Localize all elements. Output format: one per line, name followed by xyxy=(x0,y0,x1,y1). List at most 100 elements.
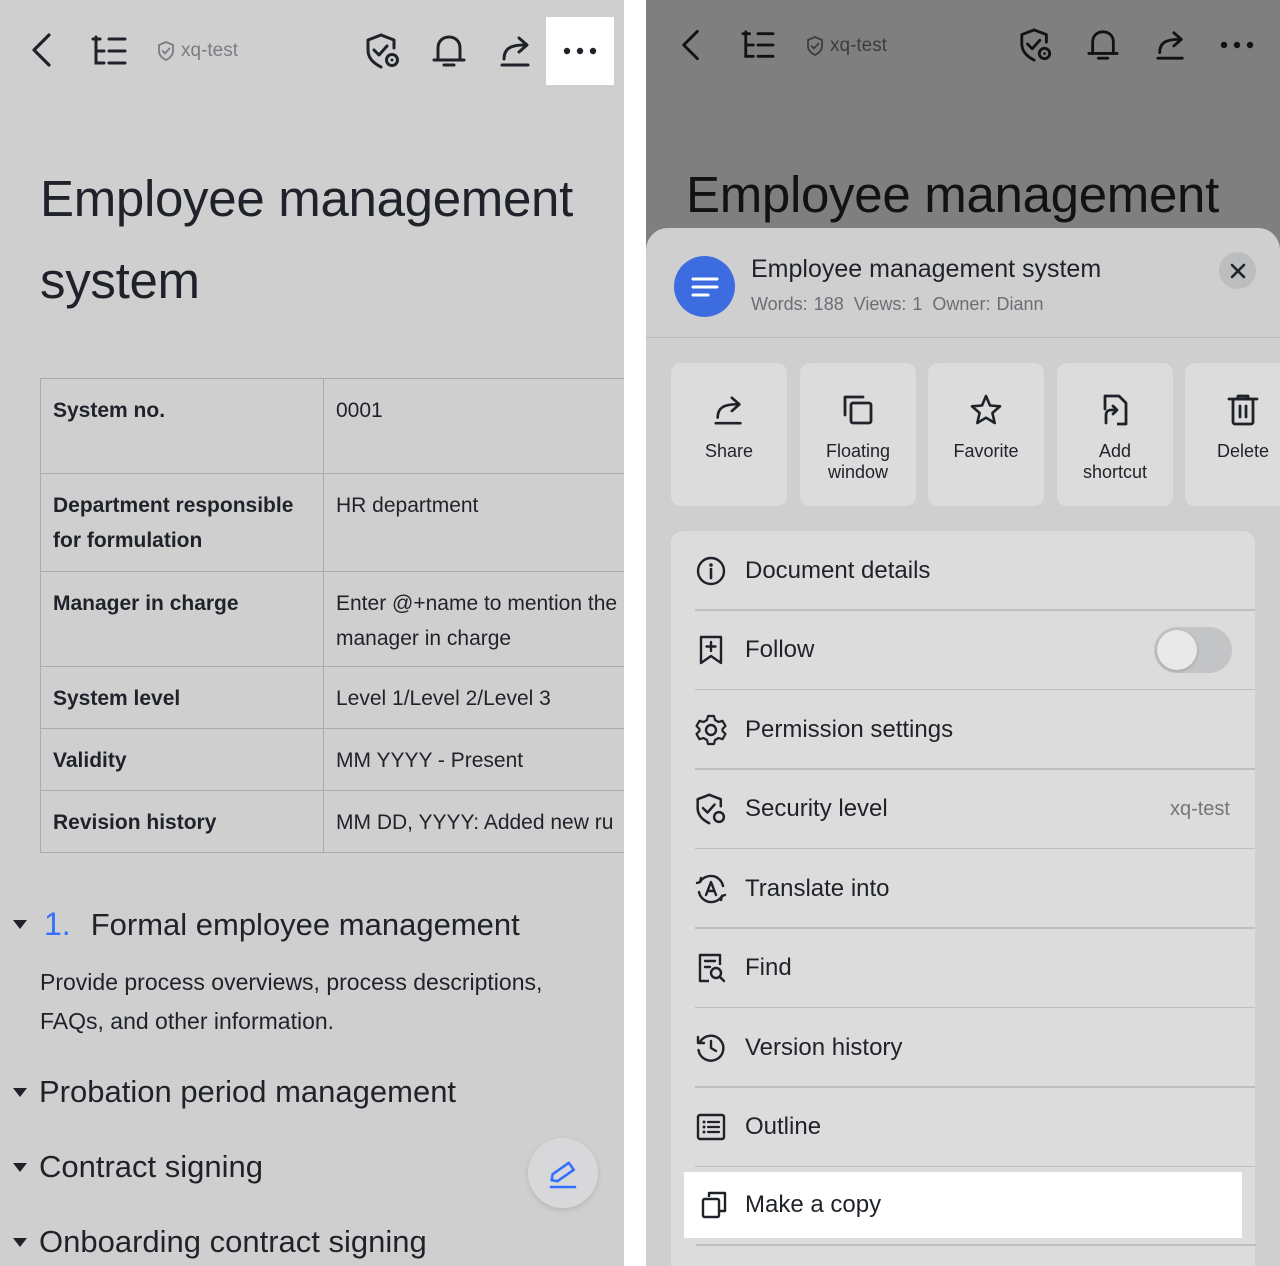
table-row: Department responsible for formulation H… xyxy=(40,473,624,572)
pencil-icon xyxy=(549,1161,577,1189)
heading-text: Probation period management xyxy=(39,1074,457,1109)
table-key[interactable]: Validity xyxy=(40,728,324,791)
menu-item-label: Security level xyxy=(745,795,888,823)
table-key[interactable]: Department responsible for formulation xyxy=(40,473,324,572)
add-shortcut-icon xyxy=(1103,394,1128,426)
close-button[interactable] xyxy=(1219,252,1256,289)
menu-item-version-history[interactable]: Version history xyxy=(671,1008,1255,1088)
delete-action[interactable]: Delete xyxy=(1185,363,1280,506)
shield-gear-icon[interactable] xyxy=(1017,26,1055,64)
bell-icon[interactable] xyxy=(1084,26,1122,64)
follow-toggle[interactable] xyxy=(1154,627,1232,674)
menu-item-translate-into[interactable]: Translate into xyxy=(671,849,1255,929)
table-key[interactable]: Revision history xyxy=(40,790,324,853)
owner: Owner: Diann xyxy=(932,294,1044,314)
share-icon[interactable] xyxy=(497,32,535,70)
menu-item-follow[interactable]: Follow xyxy=(671,611,1255,690)
more-button[interactable] xyxy=(546,17,614,85)
history-icon xyxy=(695,1032,727,1064)
menu-item-label: Follow xyxy=(745,636,815,664)
more-actions-sheet: Employee management system Words: 188 Vie… xyxy=(646,228,1280,1266)
more-dots-icon[interactable] xyxy=(1218,26,1256,64)
security-tag-label: xq-test xyxy=(830,35,888,56)
document-icon xyxy=(674,256,735,317)
table-row: Validity MM YYYY - Present xyxy=(40,728,624,791)
star-icon xyxy=(970,394,1002,425)
action-label: Share xyxy=(704,441,754,461)
table-value[interactable]: MM YYYY - Present xyxy=(323,728,624,791)
outline-toc-icon[interactable] xyxy=(739,26,777,64)
heading-formal-employee-management[interactable]: 1. Formal employee management xyxy=(13,906,520,943)
back-icon[interactable] xyxy=(24,32,60,68)
heading-contract-signing[interactable]: Contract signing xyxy=(13,1149,263,1185)
heading-onboarding-contract[interactable]: Onboarding contract signing xyxy=(13,1224,427,1260)
outline-icon xyxy=(695,1111,727,1143)
security-tag[interactable]: xq-test xyxy=(157,40,238,62)
close-icon xyxy=(1230,263,1245,278)
table-value[interactable]: MM DD, YYYY: Added new ru xyxy=(323,790,624,853)
info-icon xyxy=(695,555,727,587)
shield-gear-icon[interactable] xyxy=(364,32,402,70)
copy-icon xyxy=(698,1189,730,1221)
toggle-knob xyxy=(1157,630,1197,671)
table-row: System level Level 1/Level 2/Level 3 xyxy=(40,666,624,729)
menu-item-make-a-copy[interactable]: Make a copy xyxy=(684,1172,1242,1238)
heading-text: Contract signing xyxy=(39,1149,264,1184)
edit-button[interactable] xyxy=(528,1138,598,1208)
collapse-triangle-icon[interactable] xyxy=(13,920,27,929)
section-paragraph[interactable]: Provide process overviews, process descr… xyxy=(40,963,600,1041)
floating-window-icon xyxy=(843,395,873,425)
view-count: Views: 1 xyxy=(853,294,923,314)
trash-icon xyxy=(1227,394,1259,426)
favorite-action[interactable]: Favorite xyxy=(928,363,1044,506)
table-value[interactable]: HR department xyxy=(323,473,624,572)
share-icon[interactable] xyxy=(1152,26,1190,64)
heading-text: Onboarding contract signing xyxy=(39,1224,427,1259)
table-key[interactable]: Manager in charge xyxy=(40,571,324,667)
floating-window-action[interactable]: Floating window xyxy=(800,363,916,506)
bookmark-plus-icon xyxy=(695,634,727,666)
security-tag[interactable]: xq-test xyxy=(806,35,887,57)
menu-item-find[interactable]: Find xyxy=(671,929,1255,1008)
options-menu: Document details Follow Permission setti… xyxy=(671,531,1255,1266)
right-panel: xq-test Employee management Employee man… xyxy=(646,0,1280,1266)
bell-icon[interactable] xyxy=(430,32,468,70)
menu-item-permission-settings[interactable]: Permission settings xyxy=(671,690,1255,770)
table-row: Manager in charge Enter @+name to mentio… xyxy=(40,571,624,667)
sheet-header: Employee management system Words: 188 Vie… xyxy=(646,228,1280,338)
table-value[interactable]: Enter @+name to mention the manager in c… xyxy=(323,571,624,667)
share-action[interactable]: Share xyxy=(671,363,787,506)
heading-number: 1. xyxy=(44,906,71,942)
heading-probation-period[interactable]: Probation period management xyxy=(13,1074,456,1110)
menu-item-label: Version history xyxy=(745,1033,903,1061)
outline-toc-icon[interactable] xyxy=(90,32,128,70)
table-value[interactable]: 0001 xyxy=(323,378,624,474)
action-label: Favorite xyxy=(953,441,1019,461)
menu-item-label: Translate into xyxy=(745,874,890,902)
security-tag-label: xq-test xyxy=(181,40,239,61)
collapse-triangle-icon[interactable] xyxy=(13,1237,27,1247)
table-value[interactable]: Level 1/Level 2/Level 3 xyxy=(323,666,624,729)
document-stats: Words: 188 Views: 1 Owner: Diann xyxy=(751,294,1053,315)
menu-item-security-level[interactable]: Security level xq-test xyxy=(671,770,1255,849)
document-title[interactable]: Employee management system xyxy=(40,158,610,322)
panel-divider xyxy=(624,0,646,1266)
menu-item-document-details[interactable]: Document details xyxy=(671,531,1255,611)
menu-item-label: Find xyxy=(745,954,792,982)
menu-divider xyxy=(695,1165,1255,1167)
shield-gear-icon xyxy=(695,793,727,825)
table-key[interactable]: System level xyxy=(40,666,324,729)
collapse-triangle-icon[interactable] xyxy=(13,1162,27,1172)
find-icon xyxy=(695,952,727,984)
action-label: Delete xyxy=(1216,441,1270,461)
more-dots-icon xyxy=(563,47,597,55)
table-key[interactable]: System no. xyxy=(40,378,324,474)
menu-item-outline[interactable]: Outline xyxy=(671,1088,1255,1167)
collapse-triangle-icon[interactable] xyxy=(13,1087,27,1097)
add-shortcut-action[interactable]: Add shortcut xyxy=(1057,363,1173,506)
share-icon xyxy=(714,396,742,425)
back-icon[interactable] xyxy=(676,27,706,63)
menu-item-label: Document details xyxy=(745,556,931,584)
menu-item-label: Permission settings xyxy=(745,715,954,743)
gear-icon xyxy=(695,714,727,746)
